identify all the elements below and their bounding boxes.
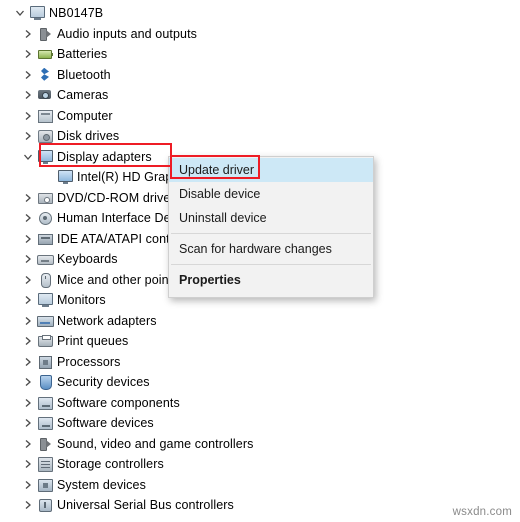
- context-menu-item-disable-device[interactable]: Disable device: [169, 182, 373, 206]
- chevron-right-icon[interactable]: [20, 251, 36, 267]
- context-menu-item-properties[interactable]: Properties: [169, 268, 373, 292]
- chevron-right-icon[interactable]: [20, 395, 36, 411]
- tree-item-label: Software devices: [57, 416, 154, 431]
- tree-item-disk-drives[interactable]: Disk drives: [0, 126, 520, 147]
- tree-item-cameras[interactable]: Cameras: [0, 85, 520, 106]
- software-component-icon: [36, 395, 54, 411]
- usb-controller-icon: [36, 497, 54, 513]
- tree-item-label: Universal Serial Bus controllers: [57, 498, 234, 513]
- chevron-right-icon[interactable]: [20, 128, 36, 144]
- tree-item-label: NB0147B: [49, 6, 104, 21]
- computer-icon: [36, 108, 54, 124]
- hid-icon: [36, 210, 54, 226]
- tree-item-system-devices[interactable]: System devices: [0, 475, 520, 496]
- tree-item-processors[interactable]: Processors: [0, 352, 520, 373]
- context-menu[interactable]: Update driver Disable device Uninstall d…: [168, 156, 374, 298]
- tree-item-label: Computer: [57, 108, 113, 123]
- tree-item-universal-serial-bus-controllers[interactable]: Universal Serial Bus controllers: [0, 495, 520, 516]
- tree-item-label: Monitors: [57, 293, 106, 308]
- chevron-right-icon[interactable]: [20, 190, 36, 206]
- chevron-right-icon[interactable]: [20, 87, 36, 103]
- printer-icon: [36, 333, 54, 349]
- chevron-right-icon[interactable]: [20, 354, 36, 370]
- display-adapter-icon: [36, 149, 54, 165]
- disk-drive-icon: [36, 128, 54, 144]
- pc-icon: [28, 5, 46, 21]
- chevron-right-icon[interactable]: [20, 333, 36, 349]
- tree-item-label: Security devices: [57, 375, 150, 390]
- context-menu-bottom-padding: [169, 292, 373, 296]
- tree-item-label: Disk drives: [57, 129, 120, 144]
- chevron-down-icon[interactable]: [12, 5, 28, 21]
- chevron-right-icon[interactable]: [20, 272, 36, 288]
- bluetooth-icon: [36, 67, 54, 83]
- chevron-right-icon[interactable]: [20, 46, 36, 62]
- tree-item-print-queues[interactable]: Print queues: [0, 331, 520, 352]
- chevron-right-icon[interactable]: [20, 231, 36, 247]
- cpu-icon: [36, 354, 54, 370]
- chevron-right-icon[interactable]: [20, 415, 36, 431]
- display-adapter-icon: [56, 169, 74, 185]
- mouse-icon: [36, 272, 54, 288]
- sound-controller-icon: [36, 436, 54, 452]
- speaker-icon: [36, 26, 54, 42]
- shield-icon: [36, 374, 54, 391]
- monitor-icon: [36, 292, 54, 308]
- tree-item-bluetooth[interactable]: Bluetooth: [0, 65, 520, 86]
- chevron-down-icon[interactable]: [20, 149, 36, 165]
- system-device-icon: [36, 477, 54, 493]
- tree-item-label: Display adapters: [57, 149, 152, 164]
- watermark: wsxdn.com: [452, 506, 512, 518]
- tree-item-label: Cameras: [57, 88, 109, 103]
- software-device-icon: [36, 415, 54, 431]
- tree-item-label: Audio inputs and outputs: [57, 26, 198, 41]
- tree-item-sound-video-and-game-controllers[interactable]: Sound, video and game controllers: [0, 434, 520, 455]
- camera-icon: [36, 87, 54, 103]
- chevron-right-icon[interactable]: [20, 292, 36, 308]
- chevron-right-icon[interactable]: [20, 210, 36, 226]
- chevron-right-icon[interactable]: [20, 456, 36, 472]
- tree-item-storage-controllers[interactable]: Storage controllers: [0, 454, 520, 475]
- tree-item-label: Network adapters: [57, 313, 157, 328]
- chevron-right-icon: [40, 169, 56, 185]
- context-menu-separator-1: [171, 233, 371, 234]
- network-adapter-icon: [36, 313, 54, 329]
- tree-item-label: Bluetooth: [57, 67, 111, 82]
- tree-item-software-devices[interactable]: Software devices: [0, 413, 520, 434]
- tree-item-batteries[interactable]: Batteries: [0, 44, 520, 65]
- ide-controller-icon: [36, 231, 54, 247]
- context-menu-item-scan-for-hardware-changes[interactable]: Scan for hardware changes: [169, 237, 373, 261]
- tree-item-software-components[interactable]: Software components: [0, 393, 520, 414]
- dvd-drive-icon: [36, 190, 54, 206]
- chevron-right-icon[interactable]: [20, 477, 36, 493]
- tree-item-label: Print queues: [57, 334, 129, 349]
- tree-item-label: DVD/CD-ROM drives: [57, 190, 177, 205]
- tree-item-label: Keyboards: [57, 252, 118, 267]
- keyboard-icon: [36, 251, 54, 267]
- storage-controller-icon: [36, 456, 54, 473]
- chevron-right-icon[interactable]: [20, 26, 36, 42]
- chevron-right-icon[interactable]: [20, 497, 36, 513]
- chevron-right-icon[interactable]: [20, 67, 36, 83]
- tree-item-nb0147b[interactable]: NB0147B: [0, 3, 520, 24]
- tree-item-network-adapters[interactable]: Network adapters: [0, 311, 520, 332]
- tree-item-label: Software components: [57, 395, 180, 410]
- chevron-right-icon[interactable]: [20, 436, 36, 452]
- context-menu-separator-2: [171, 264, 371, 265]
- battery-icon: [36, 46, 54, 62]
- tree-item-label: Batteries: [57, 47, 108, 62]
- chevron-right-icon[interactable]: [20, 108, 36, 124]
- tree-item-label: Sound, video and game controllers: [57, 436, 254, 451]
- tree-item-label: Processors: [57, 354, 121, 369]
- chevron-right-icon[interactable]: [20, 313, 36, 329]
- tree-item-security-devices[interactable]: Security devices: [0, 372, 520, 393]
- chevron-right-icon[interactable]: [20, 374, 36, 390]
- tree-item-label: Storage controllers: [57, 457, 164, 472]
- context-menu-item-update-driver[interactable]: Update driver: [169, 158, 373, 182]
- tree-item-audio-inputs-and-outputs[interactable]: Audio inputs and outputs: [0, 24, 520, 45]
- tree-item-computer[interactable]: Computer: [0, 106, 520, 127]
- tree-item-label: System devices: [57, 477, 146, 492]
- context-menu-item-uninstall-device[interactable]: Uninstall device: [169, 206, 373, 230]
